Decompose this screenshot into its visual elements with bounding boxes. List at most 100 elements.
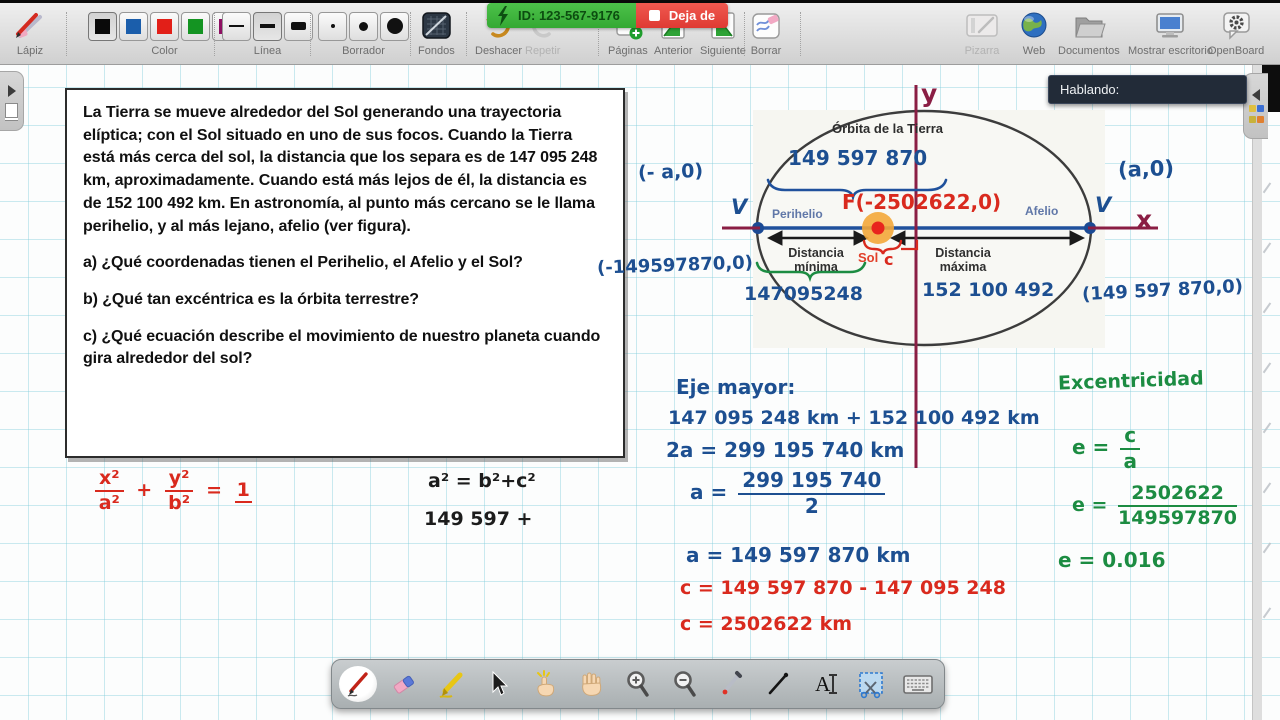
backgrounds-tool[interactable]: Fondos [418, 9, 455, 57]
text-tool-icon: A [815, 672, 838, 697]
palette-selector-tool[interactable] [477, 663, 519, 705]
openboard-menu[interactable]: OpenBoard [1208, 9, 1264, 57]
e2-numerator: 2502622 [1118, 483, 1238, 507]
e1-denominator: a [1123, 448, 1137, 473]
max-distance-label: Distancia máxima [915, 246, 1011, 274]
equals-sign: = [206, 479, 223, 502]
min-distance-label: Distancia mínima [770, 246, 862, 274]
previous-label: Anterior [654, 45, 693, 57]
toolbar-separator [800, 12, 801, 56]
right-scroll-strip[interactable] [1252, 65, 1262, 720]
palette-pen-tool[interactable] [337, 663, 379, 705]
large-dot-icon [386, 18, 403, 34]
toolbar-separator [66, 12, 67, 56]
eraser-large-button[interactable] [380, 11, 409, 41]
right-coord-symbolic: (a,0) [1117, 156, 1175, 182]
palette-laser-tool[interactable] [710, 663, 752, 705]
expand-left-icon [1252, 89, 1260, 101]
stop-sharing-button[interactable]: Deja de [635, 3, 729, 28]
a-result: a = 149 597 870 km [686, 543, 911, 567]
line-medium-button[interactable] [253, 11, 282, 41]
line-thin-button[interactable] [222, 11, 251, 41]
pen-tool-label: Lápiz [16, 45, 44, 57]
pen-icon [347, 672, 368, 697]
thin-line-icon [229, 25, 244, 27]
pages-label: Páginas [608, 45, 648, 57]
red-swatch [157, 18, 172, 34]
e2-denominator: 149597870 [1118, 506, 1238, 529]
openboard-window: Lápiz Color Línea Borrador Fondos Deshac… [0, 0, 1280, 720]
max-distance-line1: Distancia [935, 246, 991, 260]
max-distance-line2: máxima [939, 260, 987, 274]
palette-capture-tool[interactable] [850, 663, 892, 705]
e-substitution: e = 2502622 149597870 [1072, 483, 1238, 529]
pages-panel-tab[interactable] [0, 71, 24, 131]
a-squared: a² [98, 491, 120, 514]
web-label: Web [1022, 45, 1046, 57]
redo-label: Repetir [525, 45, 561, 57]
show-desktop-tool[interactable]: Mostrar escritorio [1128, 9, 1213, 57]
e1-prefix: e = [1072, 435, 1110, 460]
palette-zoom-out-tool[interactable] [664, 663, 706, 705]
sun-glow [862, 212, 894, 244]
next-label: Siguiente [700, 45, 746, 57]
speaking-text: Hablando: [1060, 82, 1120, 97]
c-result: c = 2502622 km [680, 613, 853, 635]
highlighter-icon [439, 672, 463, 698]
desktop-label: Mostrar escritorio [1128, 45, 1213, 57]
toolbar-separator [410, 12, 411, 56]
a-prefix: a = [690, 480, 728, 505]
color-swatch-black[interactable] [88, 11, 117, 41]
documents-tool[interactable]: Documentos [1058, 9, 1120, 57]
x-axis-label: x [1136, 205, 1153, 234]
eraser-icon [394, 675, 415, 694]
keyboard-icon [903, 675, 933, 694]
edge-item-icon [1262, 422, 1280, 440]
problem-statement-box: La Tierra se mueve alrededor del Sol gen… [65, 88, 625, 458]
text-cursor-glyph [829, 674, 838, 694]
ellipse-equation: x² a² + y² b² = 1 [95, 468, 252, 513]
whiteboard-canvas[interactable]: Órbita de la Tierra Perihelio Afelio Dis… [0, 65, 1280, 720]
pen-tool[interactable]: Lápiz [10, 9, 50, 57]
green-swatch [188, 18, 203, 34]
speaking-tooltip: Hablando: [1048, 75, 1247, 104]
palette-interact-tool[interactable] [524, 663, 566, 705]
clear-page-tool[interactable]: Borrar [748, 9, 784, 57]
palette-eraser-tool[interactable] [383, 663, 425, 705]
right-coord-value: (149 597 870,0) [1081, 275, 1244, 306]
stylus-palette: A [331, 659, 945, 709]
edge-item-icon [1262, 362, 1280, 380]
palette-highlighter-tool[interactable] [430, 663, 472, 705]
palette-line-tool[interactable] [757, 663, 799, 705]
b-squared: b² [168, 491, 191, 514]
question-b: b) ¿Qué tan excéntrica es la órbita terr… [83, 291, 419, 309]
palette-hand-tool[interactable] [570, 663, 612, 705]
palette-zoom-in-tool[interactable] [617, 663, 659, 705]
line-thick-button[interactable] [284, 11, 313, 41]
hand-icon [582, 672, 602, 696]
y-squared: y² [164, 468, 194, 492]
small-dot-icon [330, 24, 335, 28]
board-label: Pizarra [964, 45, 1000, 57]
web-tool[interactable]: Web [1018, 9, 1050, 57]
color-swatch-green[interactable] [181, 11, 210, 41]
focus-c-label: c [884, 250, 894, 269]
color-swatch-blue[interactable] [119, 11, 148, 41]
left-vertex-v: V [731, 195, 748, 219]
sun-dot [871, 221, 885, 235]
eraser-size-group: Borrador [318, 9, 409, 57]
two-a-line: 2a = 299 195 740 km [666, 438, 905, 462]
toolbar-separator [744, 12, 745, 56]
left-coord-value: (-149597870,0) [596, 252, 754, 279]
palette-text-tool[interactable]: A [804, 663, 846, 705]
line-group-label: Línea [253, 45, 282, 57]
x-fraction: x² a² [95, 468, 124, 513]
eraser-medium-button[interactable] [349, 11, 378, 41]
e1-numerator: c [1120, 424, 1141, 450]
page-thumbnails-icon [5, 102, 18, 118]
a-fraction-denominator: 2 [804, 493, 819, 518]
color-swatch-red[interactable] [150, 11, 179, 41]
eraser-small-button[interactable] [318, 11, 347, 41]
palette-keyboard-tool[interactable] [897, 663, 939, 705]
board-tool[interactable]: Pizarra [962, 9, 1002, 57]
